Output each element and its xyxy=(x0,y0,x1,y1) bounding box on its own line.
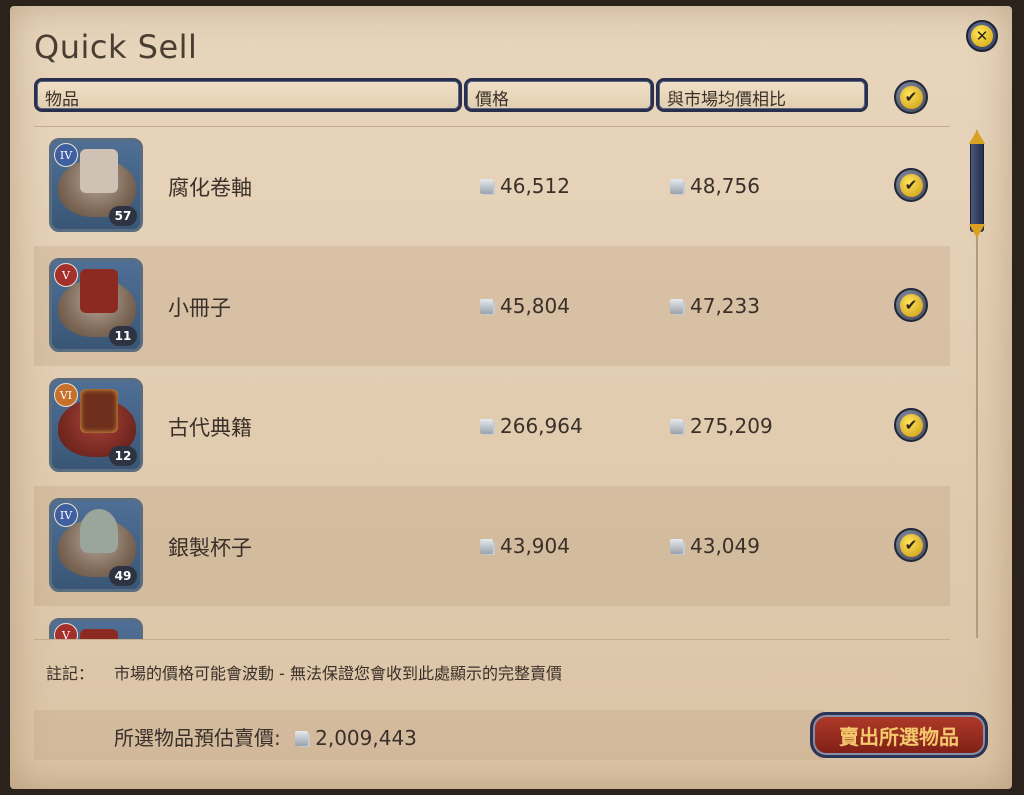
tier-badge: VI xyxy=(54,383,78,407)
scroll-up-arrow-icon[interactable] xyxy=(969,130,985,144)
item-price: 46,512 xyxy=(480,174,570,198)
item-market-price: 48,756 xyxy=(670,174,760,198)
total-label: 所選物品預估賣價: xyxy=(114,726,281,750)
check-icon: ✔ xyxy=(899,533,923,557)
item-name: 小冊子 xyxy=(168,296,231,320)
check-icon: ✔ xyxy=(899,173,923,197)
list-bottom-divider xyxy=(34,639,950,640)
item-icon: VI 12 xyxy=(49,378,143,472)
scrollbar[interactable] xyxy=(969,130,985,638)
list-item[interactable]: V xyxy=(34,606,950,639)
quantity-badge: 11 xyxy=(109,326,137,346)
scroll-thumb[interactable] xyxy=(970,140,984,232)
item-icon: V 11 xyxy=(49,258,143,352)
total-estimate: 所選物品預估賣價: 2,009,443 xyxy=(114,722,417,751)
select-all-checkbox[interactable]: ✔ xyxy=(894,80,928,114)
list-item[interactable]: VI 12 古代典籍 266,964 275,209 ✔ xyxy=(34,366,950,486)
item-icon: IV 49 xyxy=(49,498,143,592)
scroll-icon xyxy=(80,149,118,193)
note-text: 市場的價格可能會波動 - 無法保證您會收到此處顯示的完整賣價 xyxy=(114,664,562,683)
silver-coin-icon xyxy=(480,419,493,434)
note-label: 註記： xyxy=(46,664,95,683)
tier-badge: V xyxy=(54,623,78,639)
column-header-market-compare[interactable]: 與市場均價相比 xyxy=(656,78,868,112)
item-checkbox[interactable]: ✔ xyxy=(894,168,928,202)
book-icon xyxy=(80,269,118,313)
column-header-item[interactable]: 物品 xyxy=(34,78,462,112)
silver-coin-icon xyxy=(670,539,683,554)
item-price: 43,904 xyxy=(480,534,570,558)
check-icon: ✔ xyxy=(899,413,923,437)
item-name: 腐化卷軸 xyxy=(168,176,252,200)
total-value: 2,009,443 xyxy=(315,726,417,750)
sell-selected-button[interactable]: 賣出所選物品 xyxy=(810,712,988,758)
item-market-price: 47,233 xyxy=(670,294,760,318)
silver-coin-icon xyxy=(295,731,309,746)
silver-coin-icon xyxy=(670,419,683,434)
list-item[interactable]: IV 57 腐化卷軸 46,512 48,756 ✔ xyxy=(34,126,950,246)
item-icon: V xyxy=(49,618,143,639)
quantity-badge: 12 xyxy=(109,446,137,466)
silver-coin-icon xyxy=(670,299,683,314)
quantity-badge: 49 xyxy=(109,566,137,586)
item-checkbox[interactable]: ✔ xyxy=(894,408,928,442)
close-button[interactable]: ✕ xyxy=(966,20,998,52)
column-header-price[interactable]: 價格 xyxy=(464,78,654,112)
item-price: 266,964 xyxy=(480,414,583,438)
book-icon xyxy=(80,629,118,639)
silver-coin-icon xyxy=(480,179,493,194)
item-checkbox[interactable]: ✔ xyxy=(894,528,928,562)
item-price: 45,804 xyxy=(480,294,570,318)
item-market-price: 275,209 xyxy=(670,414,773,438)
quantity-badge: 57 xyxy=(109,206,137,226)
item-list: IV 57 腐化卷軸 46,512 48,756 ✔ V 11 小冊子 45,8… xyxy=(34,126,950,639)
item-market-price: 43,049 xyxy=(670,534,760,558)
tier-badge: IV xyxy=(54,503,78,527)
list-item[interactable]: V 11 小冊子 45,804 47,233 ✔ xyxy=(34,246,950,366)
silver-coin-icon xyxy=(480,299,493,314)
check-icon: ✔ xyxy=(899,293,923,317)
item-name: 銀製杯子 xyxy=(168,536,252,560)
item-name: 古代典籍 xyxy=(168,416,252,440)
scroll-down-arrow-icon[interactable] xyxy=(969,224,985,238)
close-icon: ✕ xyxy=(971,25,993,47)
item-checkbox[interactable]: ✔ xyxy=(894,288,928,322)
silver-coin-icon xyxy=(480,539,493,554)
tier-badge: IV xyxy=(54,143,78,167)
goblet-icon xyxy=(80,509,118,553)
tome-icon xyxy=(80,389,118,433)
check-icon: ✔ xyxy=(899,85,923,109)
tier-badge: V xyxy=(54,263,78,287)
list-item[interactable]: IV 49 銀製杯子 43,904 43,049 ✔ xyxy=(34,486,950,606)
silver-coin-icon xyxy=(670,179,683,194)
window-title: Quick Sell xyxy=(34,28,198,66)
item-icon: IV 57 xyxy=(49,138,143,232)
